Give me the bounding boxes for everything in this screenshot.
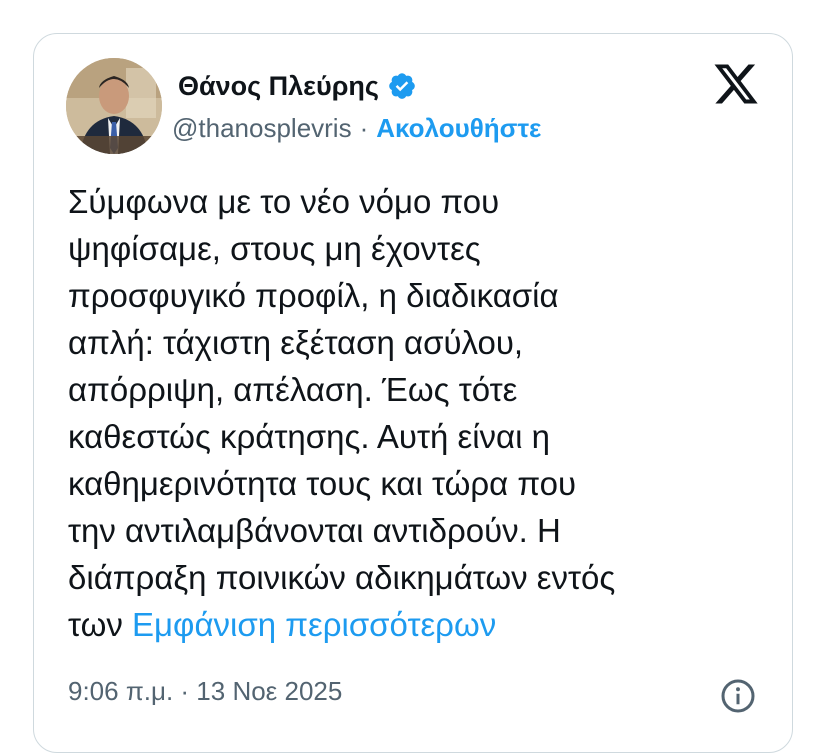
handle-separator: · [359,112,369,143]
profile-photo [66,58,162,154]
tweet-text-line: Σύμφωνα με το νέο νόμο που [68,183,500,220]
verified-badge-icon [389,73,415,99]
author-handle-row: @thanosplevris · Ακολουθήστε [172,110,541,146]
author-name-row: Θάνος Πλεύρης [178,66,417,106]
tweet-text-line: απλή: τάχιστη εξέταση ασύλου, [68,324,524,361]
avatar[interactable] [66,58,162,154]
tweet-text: Σύμφωνα με το νέο νόμο που ψηφίσαμε, στο… [68,178,768,648]
tweet-text-last-line: των Εμφάνιση περισσότερων [68,601,768,648]
tweet-text-line: προσφυγικό προφίλ, η διαδικασία [68,277,559,314]
tweet-text-line: καθημερινότητα τους και τώρα που [68,465,577,502]
tweet-timestamp[interactable]: 9:06 π.μ. · 13 Νοε 2025 [68,676,342,707]
follow-button[interactable]: Ακολουθήστε [376,113,541,144]
tweet-text-line: ψηφίσαμε, στους μη έχοντες [68,230,481,267]
author-handle[interactable]: @thanosplevris [172,113,352,144]
info-icon[interactable] [720,678,756,714]
author-display-name[interactable]: Θάνος Πλεύρης [178,71,379,102]
x-logo-icon[interactable] [712,60,760,108]
tweet-text-line: απόρριψη, απέλαση. Έως τότε [68,371,518,408]
tweet-text-line: καθεστώς κράτησης. Αυτή είναι η [68,418,550,455]
tweet-text-line: διάπραξη ποινικών αδικημάτων εντός [68,559,616,596]
tweet-text-line: την αντιλαμβάνονται αντιδρούν. Η [68,512,561,549]
show-more-link[interactable]: Εμφάνιση περισσότερων [132,606,496,643]
tweet-text-line: των [68,606,123,643]
